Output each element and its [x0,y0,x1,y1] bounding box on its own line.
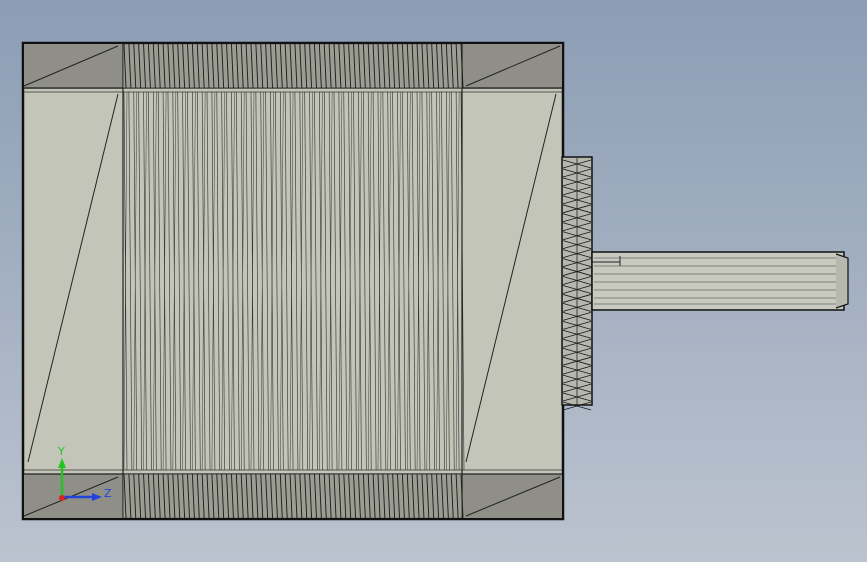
y-axis-label: Y [57,445,65,458]
stepper-motor-model[interactable]: Y Z [0,0,867,562]
shaft-tip [835,253,849,309]
z-axis-label: Z [104,487,112,500]
motor-body[interactable] [21,41,565,521]
top-left-end-cap [24,44,123,89]
shaft-outline [591,251,845,311]
flange-boss[interactable] [561,156,593,411]
motor-shaft[interactable] [591,251,849,311]
graphics-viewport[interactable]: Y Z [0,0,867,562]
x-axis-dot [59,495,65,501]
